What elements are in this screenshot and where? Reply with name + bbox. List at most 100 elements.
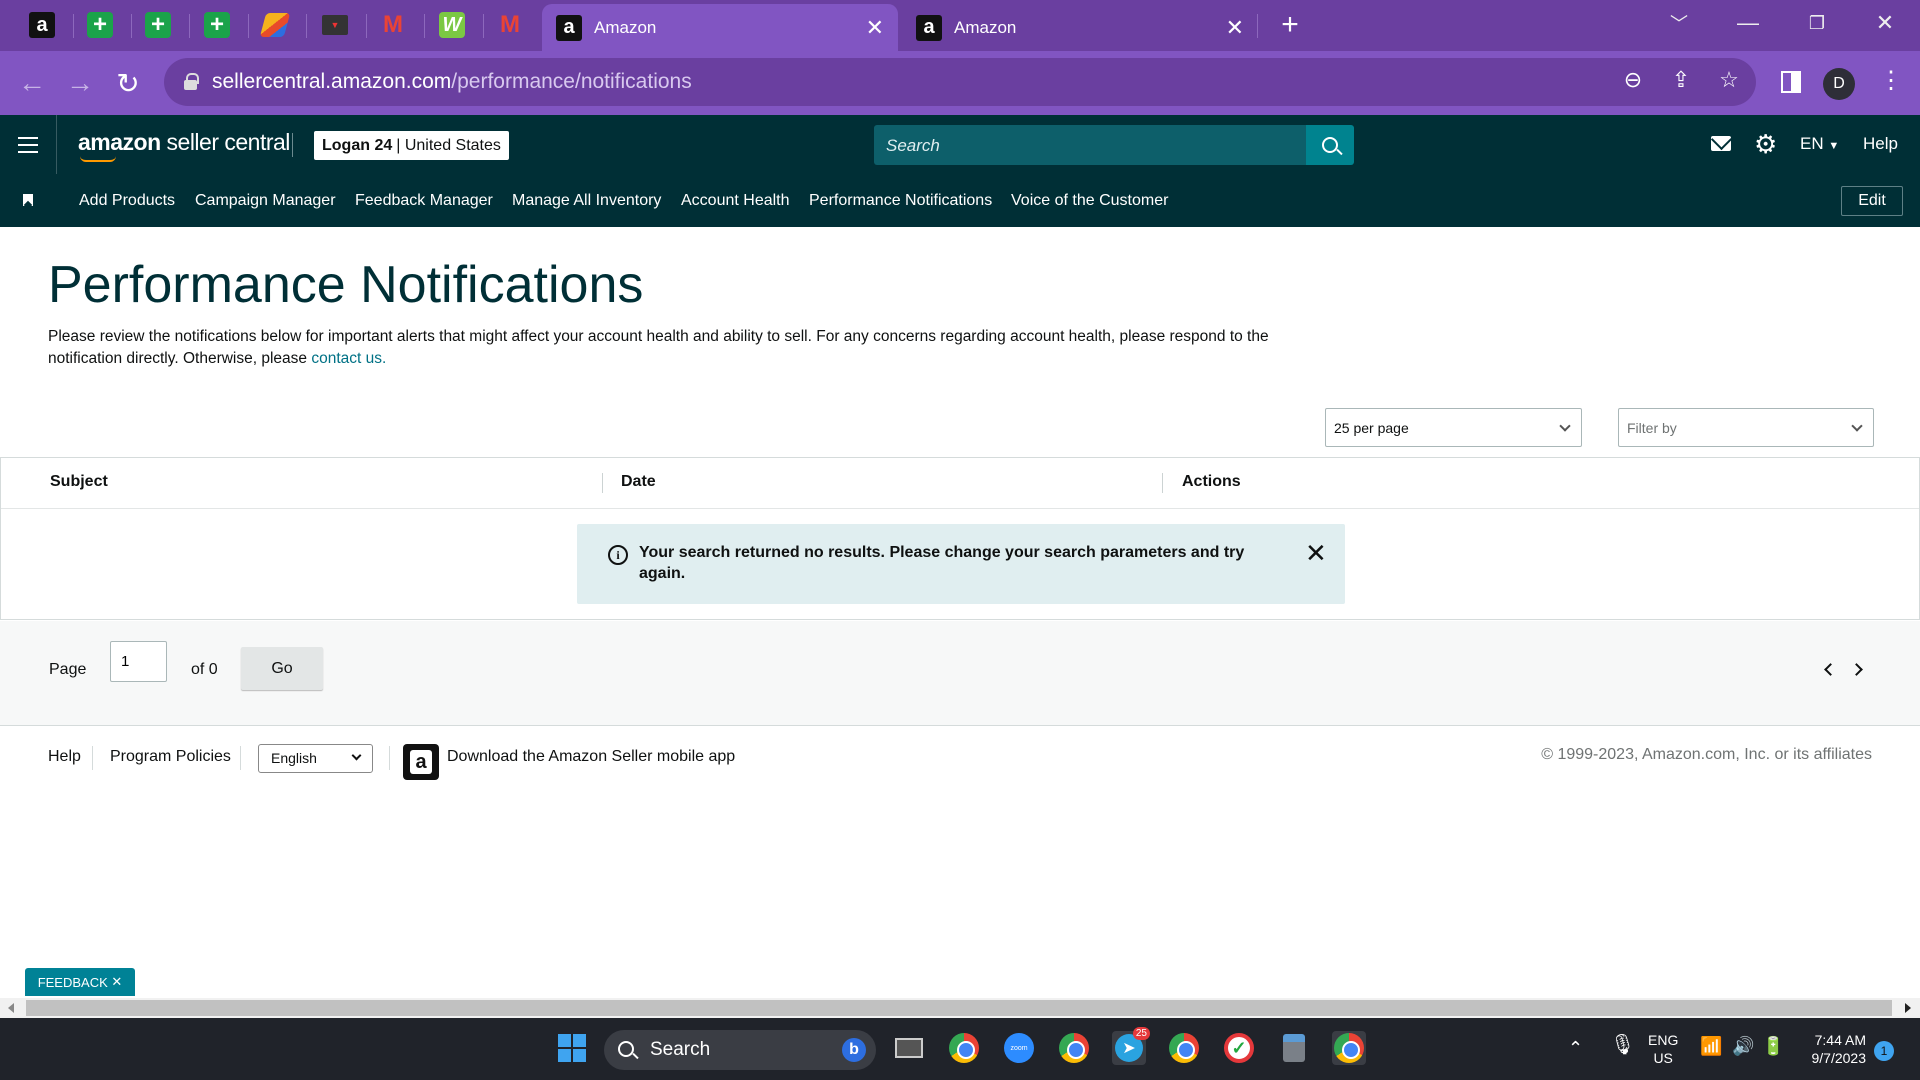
pinned-tab-w[interactable]: W xyxy=(435,8,469,42)
close-icon[interactable]: ✕ xyxy=(866,15,884,41)
bookmark-star-icon[interactable]: ☆ xyxy=(1714,67,1744,93)
alert-message: Your search returned no results. Please … xyxy=(639,544,1245,582)
close-icon[interactable]: ✕ xyxy=(1226,15,1244,41)
start-button[interactable] xyxy=(555,1031,589,1065)
search-button[interactable] xyxy=(1306,125,1354,165)
scroll-right-icon xyxy=(1905,1003,1911,1013)
notification-badge[interactable]: 1 xyxy=(1874,1041,1894,1061)
chrome-profile-d-icon[interactable] xyxy=(1167,1031,1201,1065)
new-tab-button[interactable]: + xyxy=(1275,8,1305,42)
battery-icon[interactable]: 🔋 xyxy=(1762,1037,1784,1055)
reload-icon[interactable]: ↻ xyxy=(110,65,146,101)
bookmark-voice-of-customer[interactable]: Voice of the Customer xyxy=(1011,192,1168,210)
telegram-icon[interactable]: ➤ 25 xyxy=(1112,1027,1150,1065)
scroll-left-icon xyxy=(8,1003,14,1013)
pinned-tab-gmail-1[interactable]: M xyxy=(376,8,410,42)
tab-search-chevron-icon[interactable]: ﹀ xyxy=(1659,6,1699,40)
show-hidden-icons-chevron[interactable]: ⌃ xyxy=(1568,1039,1583,1057)
bookmark-campaign-manager[interactable]: Campaign Manager xyxy=(195,192,336,210)
caret-down-icon: ▼ xyxy=(1828,140,1840,152)
mail-icon[interactable] xyxy=(1711,136,1731,151)
account-selector[interactable]: Logan 24 | United States xyxy=(314,131,509,160)
share-icon[interactable]: ⇪ xyxy=(1666,67,1696,93)
footer-help-link[interactable]: Help xyxy=(48,748,81,766)
seller-search-input[interactable]: Search xyxy=(874,125,1306,165)
pinned-tab-sheets-1[interactable]: + xyxy=(83,8,117,42)
microphone-icon[interactable]: 🎙 xyxy=(1610,1035,1635,1055)
filter-select[interactable]: Filter by xyxy=(1618,408,1874,447)
horizontal-scrollbar[interactable] xyxy=(0,998,1920,1018)
scrollbar-thumb[interactable] xyxy=(26,1000,1892,1016)
chrome-icon[interactable] xyxy=(947,1031,981,1065)
zoom-icon[interactable]: zoom xyxy=(1002,1031,1036,1065)
chrome-active-icon[interactable] xyxy=(1332,1031,1366,1065)
per-page-select[interactable]: 25 per page xyxy=(1325,408,1582,447)
site-icon: ▼ xyxy=(322,15,348,35)
bookmark-icon[interactable] xyxy=(23,194,33,206)
bookmark-add-products[interactable]: Add Products xyxy=(79,192,175,210)
task-view-icon[interactable] xyxy=(892,1031,926,1065)
check-app-icon[interactable]: ✓ xyxy=(1222,1031,1256,1065)
language-selector[interactable]: EN ▼ xyxy=(1800,134,1839,154)
zoom-icon[interactable]: ⊖ xyxy=(1618,67,1648,93)
search-icon xyxy=(1322,137,1338,153)
edit-bookmarks-button[interactable]: Edit xyxy=(1841,186,1903,216)
back-icon[interactable]: ← xyxy=(14,65,50,101)
address-bar[interactable]: sellercentral.amazon.com/performance/not… xyxy=(164,58,1756,106)
pinned-tab-dark[interactable]: ▼ xyxy=(318,8,352,42)
column-actions: Actions xyxy=(1182,473,1241,490)
forward-icon[interactable]: → xyxy=(62,65,98,101)
amazon-app-icon[interactable]: a xyxy=(403,744,439,780)
next-page-icon[interactable] xyxy=(1850,663,1863,676)
hamburger-menu-icon[interactable] xyxy=(18,137,38,153)
feedback-button[interactable]: FEEDBACK ✕ xyxy=(25,968,135,996)
page-label: Page xyxy=(49,661,87,678)
pinned-tab-sheets-2[interactable]: + xyxy=(141,8,175,42)
column-date: Date xyxy=(621,473,656,490)
restore-icon[interactable]: ❐ xyxy=(1797,6,1837,40)
taskbar-search[interactable]: Search b xyxy=(604,1030,876,1070)
help-link[interactable]: Help xyxy=(1863,134,1898,154)
bookmark-account-health[interactable]: Account Health xyxy=(681,192,790,210)
amazon-pinned-tab[interactable]: a xyxy=(25,8,59,42)
intro-text: Please review the notifications below fo… xyxy=(48,328,1269,367)
pinned-tab-gmail-2[interactable]: M xyxy=(493,8,527,42)
bookmark-feedback-manager[interactable]: Feedback Manager xyxy=(355,192,493,210)
side-panel-icon[interactable] xyxy=(1781,71,1801,93)
pinned-tab-sheets-3[interactable]: + xyxy=(200,8,234,42)
close-icon: ✕ xyxy=(111,974,123,989)
lock-icon xyxy=(184,73,199,90)
download-app-link[interactable]: Download the Amazon Seller mobile app xyxy=(447,748,735,766)
contact-us-link[interactable]: contact us. xyxy=(311,350,386,367)
no-results-alert: i Your search returned no results. Pleas… xyxy=(577,524,1345,604)
copyright-text: © 1999-2023, Amazon.com, Inc. or its aff… xyxy=(1541,746,1872,763)
tab-amazon-active[interactable]: a Amazon ✕ xyxy=(542,4,898,51)
gear-icon[interactable]: ⚙ xyxy=(1754,131,1777,157)
seller-central-logo[interactable]: amazon seller central xyxy=(78,129,290,156)
amazon-icon: a xyxy=(916,14,942,41)
url-text[interactable]: sellercentral.amazon.com/performance/not… xyxy=(212,70,692,94)
minimize-icon[interactable]: — xyxy=(1728,6,1768,40)
profile-avatar[interactable]: D xyxy=(1823,68,1855,100)
footer-language-select[interactable]: English xyxy=(258,744,373,773)
close-icon[interactable]: ✕ xyxy=(1305,540,1327,566)
input-language[interactable]: ENG US xyxy=(1648,1031,1678,1067)
bookmark-performance-notifications[interactable]: Performance Notifications xyxy=(809,192,992,210)
program-policies-link[interactable]: Program Policies xyxy=(110,748,231,766)
volume-icon[interactable]: 🔊 xyxy=(1732,1037,1754,1055)
go-button[interactable]: Go xyxy=(241,647,323,690)
close-window-icon[interactable]: ✕ xyxy=(1865,6,1905,40)
bookmark-manage-inventory[interactable]: Manage All Inventory xyxy=(512,192,661,210)
page-number-input[interactable] xyxy=(110,641,167,682)
tab-amazon[interactable]: a Amazon ✕ xyxy=(902,4,1258,51)
amazon-icon: a xyxy=(556,14,582,41)
more-menu-icon[interactable]: ⋮ xyxy=(1879,66,1903,95)
pinned-tab-app[interactable] xyxy=(258,8,292,42)
chrome-profile-icon[interactable] xyxy=(1057,1031,1091,1065)
bing-icon: b xyxy=(842,1038,866,1062)
wifi-icon[interactable]: 📶 xyxy=(1700,1037,1722,1055)
clock[interactable]: 7:44 AM 9/7/2023 xyxy=(1800,1031,1867,1067)
table-header: Subject Date Actions xyxy=(1,458,1919,509)
calculator-icon[interactable] xyxy=(1277,1031,1311,1065)
previous-page-icon[interactable] xyxy=(1824,663,1837,676)
